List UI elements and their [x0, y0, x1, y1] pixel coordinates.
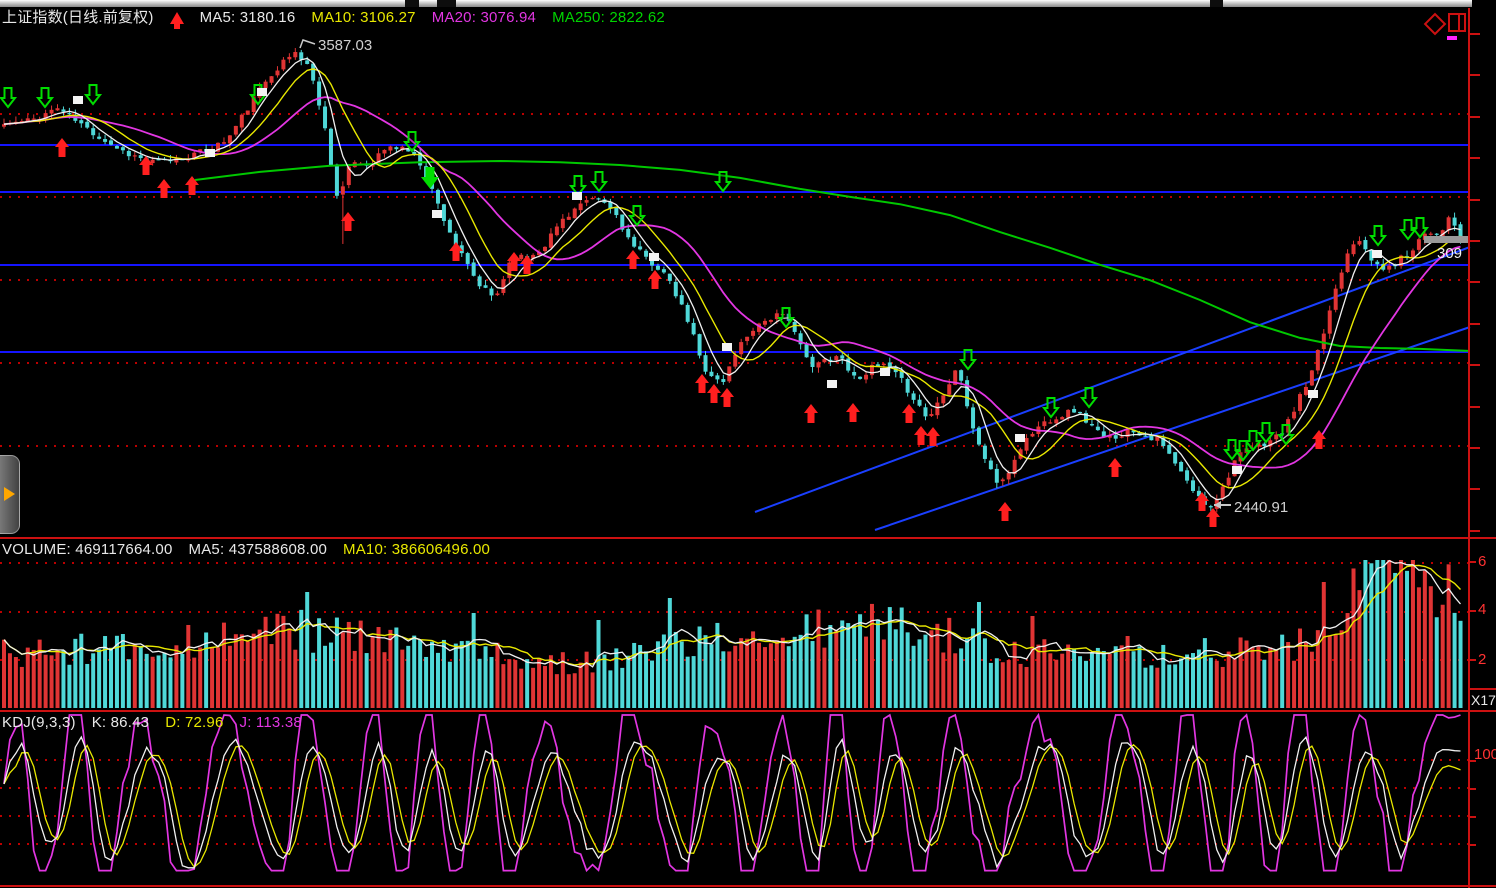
ma5-value[interactable]: MA5: 3180.16 — [200, 9, 296, 27]
volume-scale-label: X17 — [1471, 692, 1496, 708]
volume-header: VOLUME: 469117664.00 MA5: 437588608.00 M… — [2, 541, 490, 559]
kdj-k-value[interactable]: K: 86.43 — [92, 714, 149, 732]
trough-price-annotation: 2440.91 — [1234, 499, 1288, 516]
volume-axis-2: 2 — [1478, 651, 1486, 668]
window-split-icon[interactable] — [1448, 13, 1466, 32]
ma10-value[interactable]: MA10: 3106.27 — [311, 9, 415, 27]
expand-arrow-icon — [4, 487, 15, 501]
volume-axis-4: 4 — [1478, 601, 1486, 618]
ma20-value[interactable]: MA20: 3076.94 — [432, 9, 536, 27]
last-price-label: 309 — [1437, 245, 1462, 262]
kdj-header: KDJ(9,3,3) K: 86.43 D: 72.96 J: 113.38 — [2, 714, 302, 732]
kdj-d-value[interactable]: D: 72.96 — [165, 714, 223, 732]
kdj-label[interactable]: KDJ(9,3,3) — [2, 714, 76, 732]
side-panel-expander[interactable] — [0, 455, 20, 534]
volume-ma10-value[interactable]: MA10: 386606496.00 — [343, 541, 490, 559]
volume-axis-6: 6 — [1478, 553, 1486, 570]
kdj-axis-100: 100 — [1474, 746, 1496, 763]
chart-canvas[interactable] — [0, 0, 1496, 888]
ma250-value[interactable]: MA250: 2822.62 — [552, 9, 665, 27]
up-arrow-icon — [170, 12, 184, 24]
symbol-title: 上证指数(日线.前复权) — [2, 9, 154, 27]
peak-price-annotation: 3587.03 — [318, 37, 372, 54]
minimize-dash-icon[interactable] — [1447, 36, 1457, 40]
main-chart-header: 上证指数(日线.前复权) MA5: 3180.16 MA10: 3106.27 … — [2, 9, 665, 27]
volume-ma5-value[interactable]: MA5: 437588608.00 — [189, 541, 328, 559]
kdj-j-value[interactable]: J: 113.38 — [240, 714, 302, 732]
trading-app-window: 上证指数(日线.前复权) MA5: 3180.16 MA10: 3106.27 … — [0, 0, 1496, 888]
volume-value[interactable]: VOLUME: 469117664.00 — [2, 541, 173, 559]
